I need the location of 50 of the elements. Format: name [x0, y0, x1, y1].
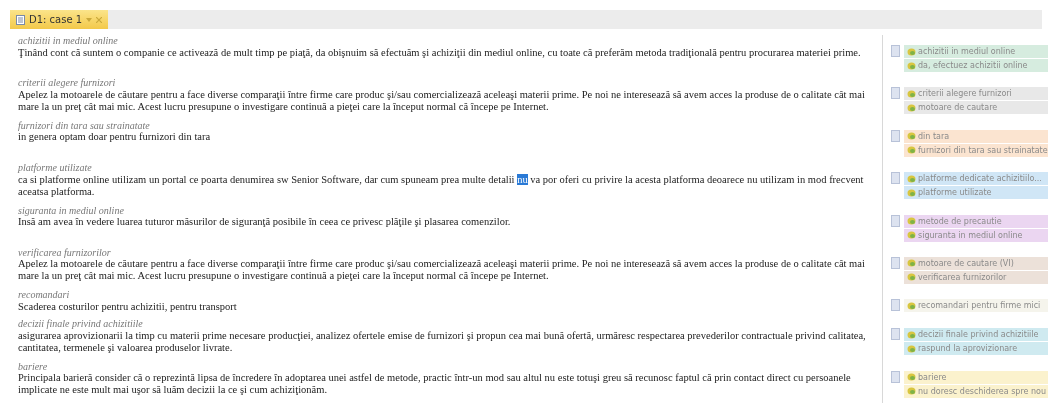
code-tag[interactable]: nu doresc deschiderea spre nou	[904, 384, 1048, 398]
code-tag[interactable]: bariere	[904, 370, 1048, 384]
segment-text: Ţinând cont că suntem o companie ce activează de mult timp pe piaţă, da obişnuim să efectuăm şi achiziţii din mediul online, cu toate că preferăm metoda tradiţională pentru procurarea materiei prime.	[18, 46, 862, 59]
bracket-icon	[891, 45, 900, 57]
document-icon	[16, 14, 25, 25]
segment-heading: criterii alegere furnizori	[18, 77, 117, 89]
bracket-icon	[891, 328, 900, 341]
code-tag[interactable]: recomandari pentru firme mici	[904, 299, 1048, 313]
code-tag[interactable]: metode de precautie	[904, 214, 1048, 228]
code-tag[interactable]: achizitii in mediul online	[904, 45, 1048, 58]
segment-text: Scaderea costurilor pentru achizitii, pentru transport	[18, 300, 238, 313]
bracket-icon	[891, 299, 900, 312]
code-tag[interactable]: raspund la aprovizionare	[904, 342, 1048, 356]
bracket-icon	[891, 214, 900, 227]
pin-icon[interactable]	[86, 17, 93, 22]
segment-text: Principala barieră consider că o reprezintă lipsa de încredere în adoptarea unei astfel de metode, practic într-un mod sau altul nu este totuşi greu să recunosc faptul că prin contact direct cu persoanele implicate ne este mult mai uşor să luăm decizii la ce şi cum achiziţionăm.	[18, 372, 852, 397]
segment-heading: recomandari	[18, 289, 71, 301]
segment-heading: decizii finale privind achizitiile	[18, 318, 144, 330]
bracket-icon	[891, 370, 900, 383]
segment-text: Insă am avea în vedere luarea tuturor măsurilor de siguranţă posibile în ceea ce privesc plăţile şi plasarea comenzilor.	[18, 216, 512, 229]
code-tag[interactable]: decizii finale privind achizitiile	[904, 328, 1048, 342]
code-tag[interactable]: criterii alegere furnizori	[904, 87, 1048, 101]
code-tag[interactable]: furnizori din tara sau strainatate	[904, 143, 1048, 157]
segment-text: in genera optam doar pentru furnizori din tara	[18, 131, 212, 144]
segment-heading: platforme utilizate	[18, 162, 93, 174]
segment-heading: verificarea furnizorilor	[18, 246, 112, 259]
segment-heading: siguranta in mediul online	[18, 204, 125, 217]
code-tag[interactable]: da, efectuez achizitii online	[904, 59, 1048, 72]
segment-heading: bariere	[18, 360, 49, 373]
document-tab[interactable]: D1: case 1	[10, 10, 109, 29]
segment-text: asigurarea aprovizionarii la timp cu materii prime necesare producţiei, analizez ofertele emise de furnizori şi propun cea mai bună ofertă, urmăresc respectarea prevederilor contractuale privind calitatea, cantitatea, termenele şi valoarea produselor livrate.	[18, 329, 867, 354]
segment-heading: furnizori din tara sau strainatate	[18, 119, 151, 132]
tab-label: D1: case 1	[29, 14, 83, 25]
segment-heading: achizitii in mediul online	[18, 35, 119, 47]
bracket-icon	[891, 129, 900, 142]
bracket-icon	[891, 87, 900, 100]
segment-text: ca si platforme online utilizam un portal ce poarta denumirea sw Senior Software, dar cum spuneam prea multe detalii nu va por oferi cu privire la acesta platforma deoarece nu utilizam in mod frecvent aceatsa platforma.	[18, 173, 865, 198]
code-tag[interactable]: platforme utilizate	[904, 186, 1048, 200]
code-tag[interactable]: motoare de cautare (VI)	[904, 256, 1048, 270]
bracket-icon	[891, 256, 900, 269]
close-icon[interactable]	[96, 16, 103, 23]
code-tag[interactable]: platforme dedicate achizitiilo...	[904, 172, 1048, 186]
code-tag[interactable]: motoare de cautare	[904, 101, 1048, 115]
bracket-icon	[891, 172, 900, 185]
code-icon	[907, 301, 916, 310]
code-tag[interactable]: siguranta in mediul online	[904, 228, 1048, 242]
segment-text: Apelez la motoarele de căutare pentru a face diverse comparaţii între firme care produc şi/sau comercializează aceleaşi materii prime. Pe noi ne interesează să avem acces la produse de o calitate cât mai mare la un preţ cât mai mic. Acest lucru presupune o investigare continuă a pieţei care la început normal că începe pe Internet.	[18, 258, 866, 283]
segment-text: Apelez la motoarele de căutare pentru a face diverse comparaţii între firme care produc şi/sau comercializează aceleaşi materii prime. Pe noi ne interesează să avem acces la produse de o calitate cât mai mare la un preţ cât mai mic. Acest lucru presupune o investigare continuă a pieţei care la început normal că începe pe Internet.	[18, 88, 866, 113]
code-tag[interactable]: din tara	[904, 129, 1048, 143]
code-tag[interactable]: verificarea furnizorilor	[904, 270, 1048, 284]
